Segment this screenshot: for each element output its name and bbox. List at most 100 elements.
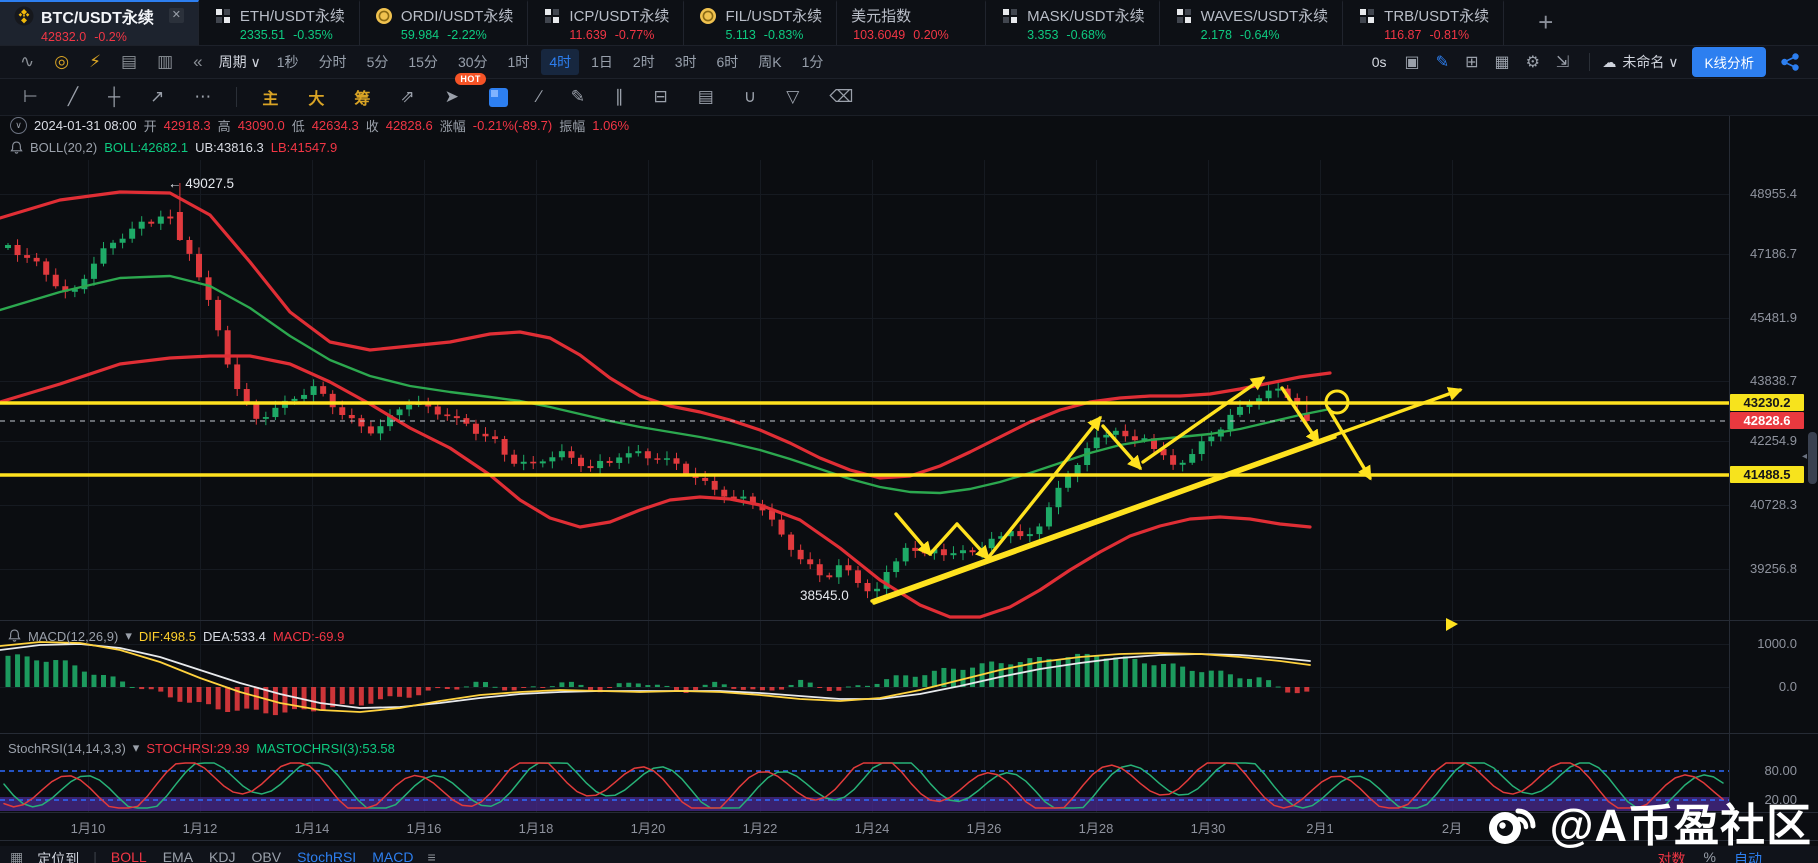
workspace-selector[interactable]: ☁ 未命名 ∨: [1602, 52, 1678, 72]
macd-pane-label: MACD(12,26,9) ▾ DIF:498.5 DEA:533.4 MACD…: [8, 628, 344, 644]
price-axis-label: 42254.9: [1750, 433, 1797, 448]
collapse-chevron-icon[interactable]: ∨: [10, 117, 27, 134]
period-1分[interactable]: 1分: [794, 49, 832, 75]
measure-tool-icon[interactable]: ⊢: [8, 87, 53, 107]
indicator-toggle-OBV[interactable]: OBV: [251, 849, 281, 863]
macd-dif-value: DIF:498.5: [138, 628, 196, 644]
macd-caret-icon[interactable]: ▾: [125, 628, 132, 644]
tab-change-percent: -0.64%: [1239, 28, 1280, 42]
alert-bell-icon[interactable]: [10, 140, 23, 155]
macd-title[interactable]: MACD(12,26,9): [28, 629, 118, 644]
macd-value: MACD:-69.9: [272, 628, 345, 644]
symbol-tab-7[interactable]: MASK/USDT永续 3.353 -0.68%: [986, 0, 1160, 45]
date-axis-label: 1月28: [1078, 821, 1114, 836]
indicator-toggle-StochRSI[interactable]: StochRSI: [297, 849, 356, 863]
symbol-tab-8[interactable]: WAVES/USDT永续 2.178 -0.64%: [1160, 0, 1344, 45]
last-price-badge: 42828.6: [1730, 412, 1804, 429]
close-tab-icon[interactable]: ✕: [168, 8, 184, 23]
period-15分[interactable]: 15分: [400, 49, 446, 75]
stochrsi-title[interactable]: StochRSI(14,14,3,3): [8, 741, 126, 756]
indicator-toggle-BOLL[interactable]: BOLL: [111, 849, 147, 863]
boll-lb-value: LB:41547.9: [270, 140, 338, 155]
trading-app-window: 48955.4 47186.7 45481.9 43838.7 42254.9 40728…: [0, 0, 1818, 863]
layout-icon[interactable]: ▥: [147, 52, 183, 72]
export-drawing-icon[interactable]: ⇗: [385, 87, 429, 107]
camera-icon[interactable]: ▣: [1397, 52, 1428, 72]
flash-icon[interactable]: ⚡: [79, 52, 111, 72]
date-axis-label: 2月: [1441, 821, 1463, 836]
stochrsi-caret-icon[interactable]: ▾: [133, 740, 140, 756]
gold-tool-筹[interactable]: 筹: [339, 85, 385, 109]
filter-tool-icon[interactable]: ▽: [771, 87, 814, 107]
locate-button[interactable]: 定位到: [37, 849, 79, 863]
image-export-icon[interactable]: ▦: [1486, 52, 1517, 72]
active-drawing-tool-icon[interactable]: [488, 87, 508, 107]
trash-tool-icon[interactable]: ⌫: [814, 87, 868, 107]
kline-analysis-button[interactable]: K线分析: [1692, 47, 1766, 77]
price-axis-scrollbar[interactable]: [1808, 432, 1817, 484]
period-周K[interactable]: 周K: [750, 49, 789, 75]
indicator-toggle-KDJ[interactable]: KDJ: [209, 849, 235, 863]
symbol-tab-1[interactable]: BTC/USDT永续 ✕ 42832.0 -0.2%: [0, 0, 199, 45]
date-axis-label: 1月24: [854, 821, 890, 836]
drawing-toolbar: ⊢ ╱ ┼ ↗ ⋯ 主大筹 ⇗ ➤ HOT ∕ ✎ ∥ ⊟ ▤ ∪ ▽ ⌫: [0, 73, 1818, 116]
period-5分[interactable]: 5分: [359, 49, 397, 75]
swing-high-label: ← 49027.5: [168, 176, 235, 191]
arrow-line-tool-icon[interactable]: ↗: [135, 87, 179, 107]
add-symbol-button[interactable]: +: [1538, 7, 1553, 38]
symbol-tab-3[interactable]: ORDI/USDT永续 59.984 -2.22%: [360, 0, 529, 45]
period-1日[interactable]: 1日: [583, 49, 621, 75]
period-menu[interactable]: 周期 ∨: [219, 52, 261, 72]
symbol-tab-5[interactable]: FIL/USDT永续 5.113 -0.83%: [684, 0, 838, 45]
period-分时[interactable]: 分时: [311, 49, 355, 75]
pencil-icon[interactable]: ✎: [1428, 52, 1457, 72]
brush-tool-icon[interactable]: ✎: [556, 87, 600, 107]
ruler-tool-icon[interactable]: ∕: [523, 87, 556, 107]
price-axis-label: 0.0: [1778, 679, 1797, 694]
indicator-menu-icon[interactable]: ≡: [427, 849, 435, 863]
trend-line-tool-icon[interactable]: ╱: [53, 87, 93, 107]
note-tool-icon[interactable]: ▤: [683, 87, 729, 107]
period-1时[interactable]: 1时: [500, 49, 538, 75]
date-axis-label: 1月22: [742, 821, 778, 836]
horizontal-line-tool-icon[interactable]: ┼: [93, 87, 135, 107]
period-3时[interactable]: 3时: [667, 49, 705, 75]
badge-icon[interactable]: ◎: [44, 52, 79, 72]
pattern-tool-icon[interactable]: ∥: [600, 87, 639, 107]
stochrsi-k-value: STOCHRSI:29.39: [146, 740, 250, 756]
settings-gear-icon[interactable]: ⚙: [1518, 52, 1548, 72]
frame-capture-icon[interactable]: ⊞: [1457, 52, 1486, 72]
alert-bell-icon[interactable]: [8, 629, 21, 643]
tab-last-price: 116.87: [1384, 28, 1422, 42]
calendar-icon[interactable]: ▤: [111, 52, 147, 72]
tab-symbol-name: FIL/USDT永续: [725, 8, 823, 25]
gold-tool-主[interactable]: 主: [247, 85, 293, 109]
period-30分[interactable]: 30分: [450, 49, 496, 75]
symbol-tab-4[interactable]: ICP/USDT永续 11.639 -0.77%: [528, 0, 685, 45]
more-tools-icon[interactable]: ⋯: [179, 87, 226, 107]
bottom-divider: |: [93, 849, 97, 863]
rewind-icon[interactable]: «: [183, 52, 212, 72]
symbol-tab-2[interactable]: ETH/USDT永续 2335.51 -0.35%: [199, 0, 360, 45]
gold-tool-大[interactable]: 大: [293, 85, 339, 109]
kline-chart-icon[interactable]: ∿: [10, 52, 44, 72]
swing-low-label: 38545.0: [800, 588, 849, 603]
magnet-tool-icon[interactable]: ∪: [729, 87, 771, 107]
period-1秒[interactable]: 1秒: [269, 49, 307, 75]
period-4时[interactable]: 4时: [541, 49, 580, 75]
eraser-tool-icon[interactable]: ⊟: [639, 87, 683, 107]
indicator-toggle-EMA[interactable]: EMA: [163, 849, 193, 863]
tab-symbol-name: ORDI/USDT永续: [400, 8, 514, 25]
tab-symbol-name: 美元指数: [851, 8, 912, 25]
fullscreen-icon[interactable]: ⇲: [1548, 52, 1577, 72]
share-icon[interactable]: [1780, 53, 1800, 71]
tab-last-price: 3.353: [1027, 28, 1059, 42]
indicator-toggle-MACD[interactable]: MACD: [372, 849, 413, 863]
tab-last-price: 5.113: [725, 28, 756, 42]
boll-title[interactable]: BOLL(20,2): [30, 140, 97, 155]
period-6时[interactable]: 6时: [709, 49, 747, 75]
symbol-tab-6[interactable]: 美元指数 103.6049 0.20%: [837, 0, 987, 45]
pointer-tool-icon[interactable]: ➤ HOT: [430, 73, 486, 107]
period-2时[interactable]: 2时: [625, 49, 663, 75]
symbol-tab-9[interactable]: TRB/USDT永续 116.87 -0.81%: [1343, 0, 1505, 45]
